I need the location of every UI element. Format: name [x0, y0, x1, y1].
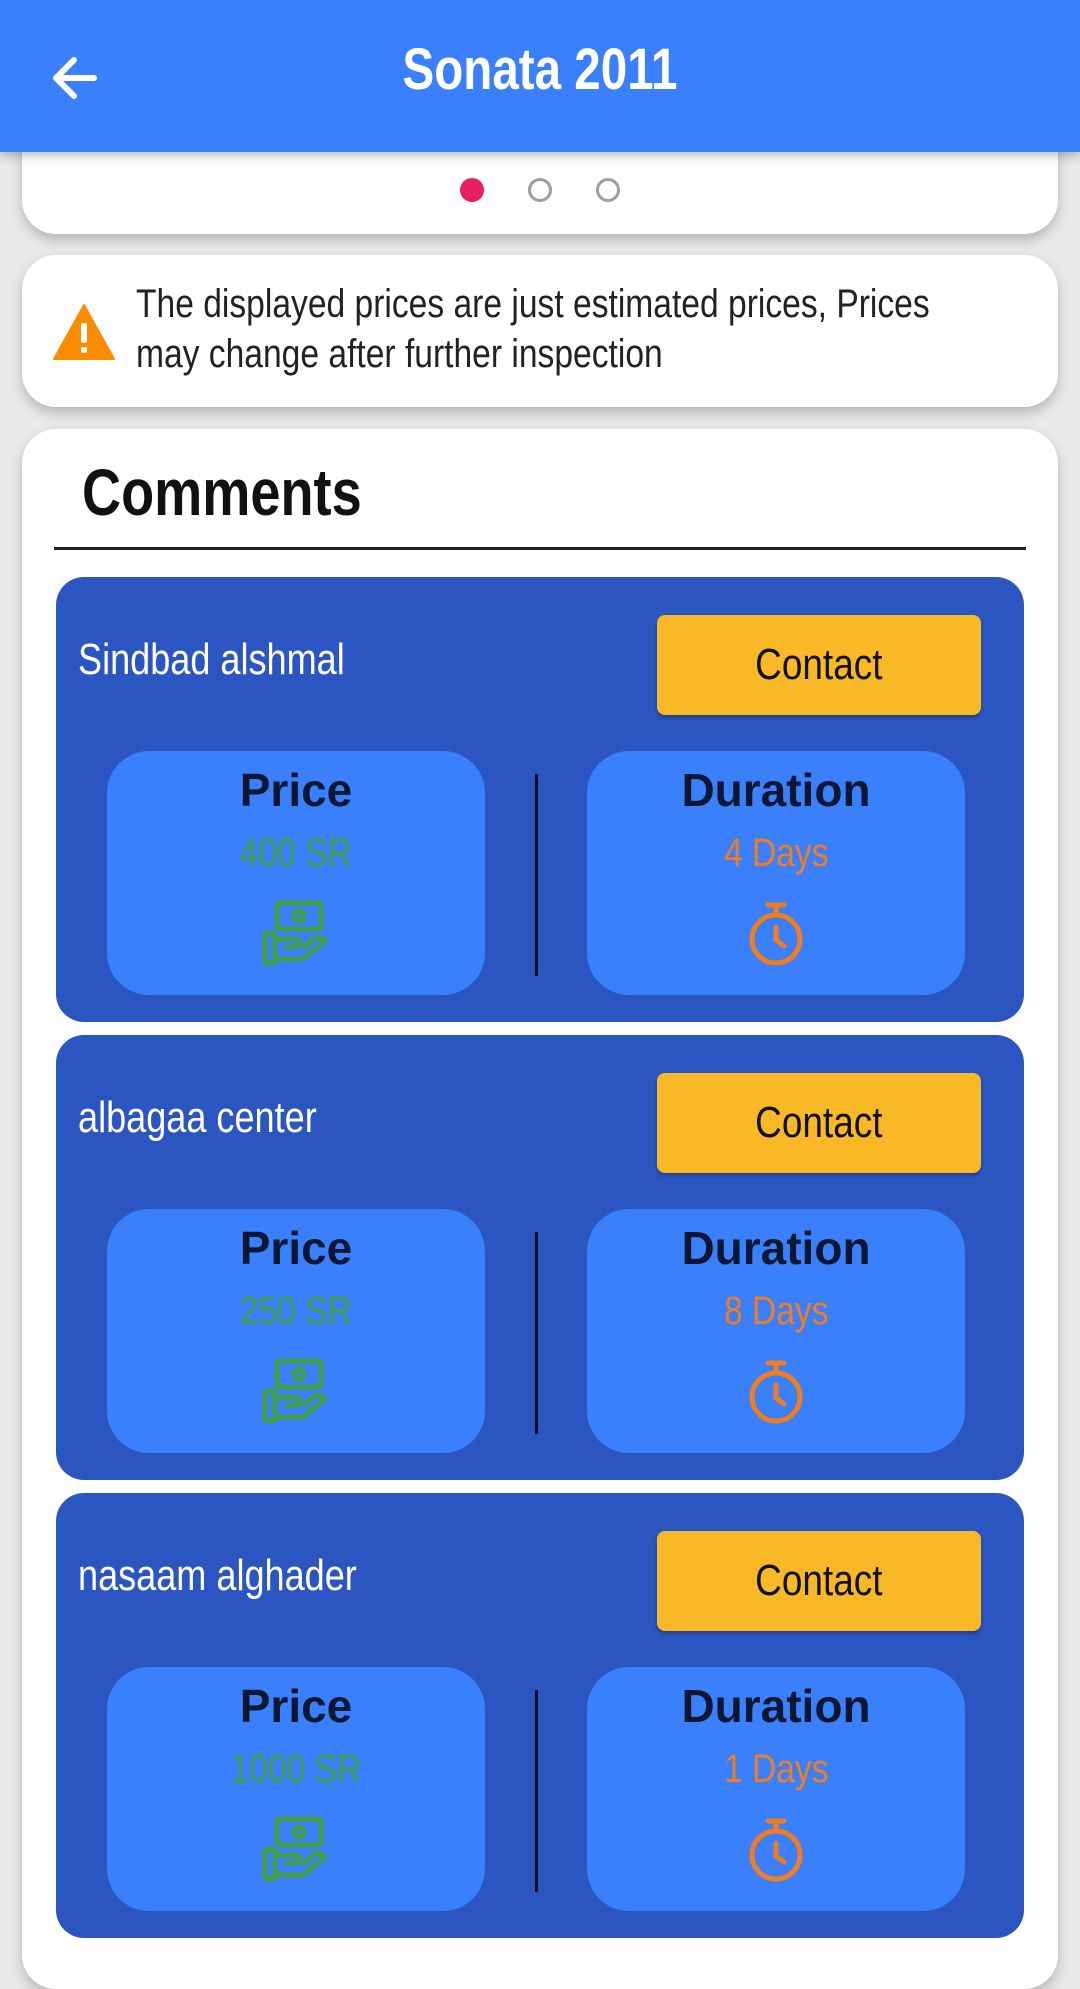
provider-name: albagaa center	[78, 1093, 317, 1142]
price-value: 250 SR	[239, 1289, 353, 1333]
provider-name: Sindbad alshmal	[78, 635, 345, 684]
contact-button-label: Contact	[755, 640, 883, 689]
cash-in-hand-icon	[262, 900, 328, 966]
duration-value: 1 Days	[723, 1747, 829, 1791]
price-value: 1000 SR	[230, 1747, 362, 1791]
carousel-dot-2[interactable]	[528, 178, 552, 202]
offer-card: nasaam alghader Contact Price 1000 SR Du…	[56, 1493, 1024, 1938]
offer-card: Sindbad alshmal Contact Price 400 SR Dur…	[56, 577, 1024, 1022]
price-box: Price 1000 SR	[107, 1667, 485, 1911]
warning-icon	[53, 304, 115, 360]
contact-button[interactable]: Contact	[657, 1531, 981, 1631]
price-label: Price	[239, 1680, 353, 1732]
duration-label: Duration	[681, 1222, 871, 1274]
price-box: Price 250 SR	[107, 1209, 485, 1453]
contact-button[interactable]: Contact	[657, 615, 981, 715]
comments-title: Comments	[82, 455, 362, 529]
duration-box: Duration 1 Days	[587, 1667, 965, 1911]
price-label: Price	[239, 764, 353, 816]
cash-in-hand-icon	[262, 1816, 328, 1882]
stat-divider	[535, 1232, 538, 1434]
stat-divider	[535, 1690, 538, 1892]
stopwatch-icon	[749, 1818, 803, 1882]
comments-section: Comments Sindbad alshmal Contact Price 4…	[22, 429, 1058, 1989]
page-title: Sonata 2011	[402, 37, 678, 102]
duration-label: Duration	[681, 1680, 871, 1732]
app-bar: Sonata 2011	[0, 0, 1080, 152]
duration-label: Duration	[681, 764, 871, 816]
price-label: Price	[239, 1222, 353, 1274]
divider	[54, 547, 1026, 550]
offer-card: albagaa center Contact Price 250 SR Dura…	[56, 1035, 1024, 1480]
price-notice: The displayed prices are just estimated …	[22, 255, 1058, 407]
duration-value: 4 Days	[723, 831, 829, 875]
duration-box: Duration 4 Days	[587, 751, 965, 995]
price-box: Price 400 SR	[107, 751, 485, 995]
carousel-dot-1[interactable]	[460, 178, 484, 202]
duration-box: Duration 8 Days	[587, 1209, 965, 1453]
stopwatch-icon	[749, 1360, 803, 1424]
duration-value: 8 Days	[723, 1289, 829, 1333]
stopwatch-icon	[749, 902, 803, 966]
contact-button-label: Contact	[755, 1556, 883, 1605]
notice-text: The displayed prices are just estimated …	[136, 282, 930, 376]
price-value: 400 SR	[239, 831, 353, 875]
contact-button-label: Contact	[755, 1098, 883, 1147]
cash-in-hand-icon	[262, 1358, 328, 1424]
carousel-dot-3[interactable]	[596, 178, 620, 202]
carousel-indicator	[22, 178, 1058, 208]
contact-button[interactable]: Contact	[657, 1073, 981, 1173]
provider-name: nasaam alghader	[78, 1551, 357, 1600]
stat-divider	[535, 774, 538, 976]
